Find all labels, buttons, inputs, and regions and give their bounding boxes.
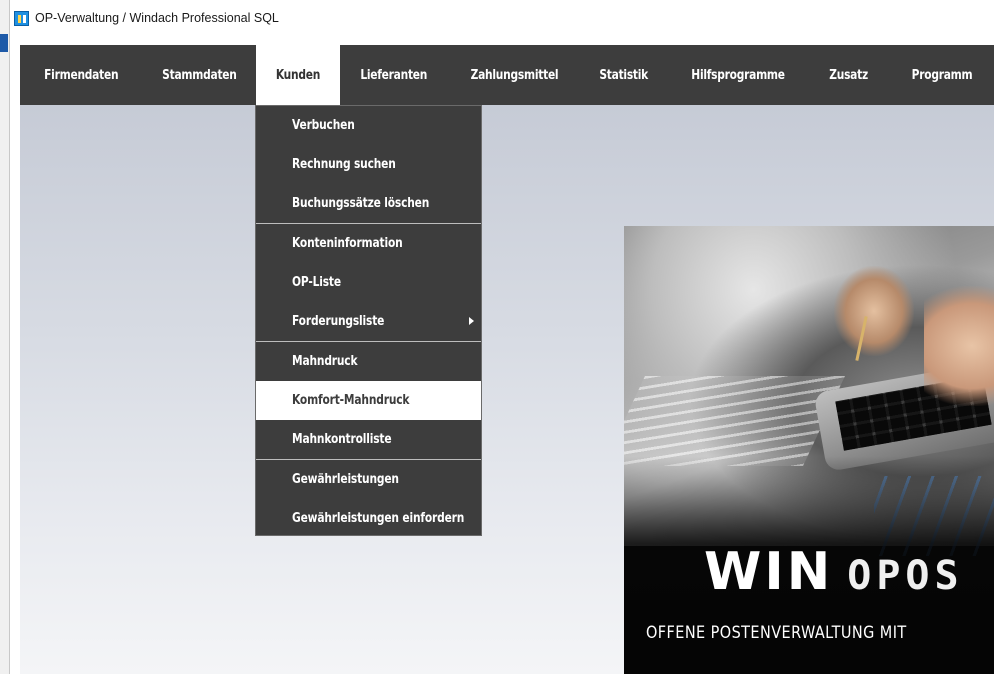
menu-label: Firmendaten (43, 67, 119, 83)
menu-lieferanten[interactable]: Lieferanten (340, 45, 448, 105)
menu-item-komfort-mahndruck[interactable]: Komfort-Mahndruck (256, 381, 481, 420)
kunden-dropdown-menu: Verbuchen Rechnung suchen Buchungssätze … (255, 105, 482, 536)
menu-item-rechnung-suchen[interactable]: Rechnung suchen (256, 145, 481, 184)
menu-label: Stammdaten (161, 67, 237, 83)
menu-zahlungsmittel[interactable]: Zahlungsmittel (448, 45, 580, 105)
menu-item-label: Konteninformation (292, 236, 403, 251)
banner-title-main: WIN (704, 542, 834, 602)
menu-item-forderungsliste[interactable]: Forderungsliste (256, 302, 481, 341)
menu-kunden[interactable]: Kunden (256, 45, 340, 105)
menu-item-gewaehrleistungen[interactable]: Gewährleistungen (256, 460, 481, 499)
title-bar: OP-Verwaltung / Windach Professional SQL (10, 0, 994, 36)
menu-label: Lieferanten (360, 67, 428, 83)
menu-label: Kunden (275, 67, 321, 83)
menu-label: Zahlungsmittel (470, 67, 558, 83)
window-left-edge (0, 0, 10, 674)
menu-hilfsprogramme[interactable]: Hilfsprogramme (668, 45, 808, 105)
product-banner: WINOPOS 2 OFFENE POSTENVERWALTUNG MIT (624, 226, 994, 674)
app-icon (14, 10, 29, 26)
banner-title-rest: OPOS 2 (847, 553, 994, 599)
menu-zusatz[interactable]: Zusatz (808, 45, 890, 105)
menu-item-label: Rechnung suchen (292, 157, 396, 172)
menu-label: Statistik (599, 67, 649, 83)
menu-item-label: OP-Liste (292, 275, 341, 290)
menu-item-label: Gewährleistungen (292, 472, 399, 487)
menu-item-label: Mahndruck (292, 354, 358, 369)
menu-stammdaten[interactable]: Stammdaten (142, 45, 256, 105)
menu-item-label: Mahnkontrolliste (292, 432, 392, 447)
banner-hand-writing (834, 266, 914, 356)
menu-label: Zusatz (829, 67, 869, 83)
menu-item-label: Komfort-Mahndruck (292, 393, 410, 408)
menu-item-label: Gewährleistungen einfordern (292, 511, 465, 526)
menu-item-label: Verbuchen (292, 118, 355, 133)
menu-firmendaten[interactable]: Firmendaten (20, 45, 142, 105)
menu-item-label: Forderungsliste (292, 314, 385, 329)
menu-label: Hilfsprogramme (691, 67, 785, 83)
menu-item-konteninformation[interactable]: Konteninformation (256, 224, 481, 263)
menu-label: Programm (911, 67, 973, 83)
menu-programm[interactable]: Programm (890, 45, 994, 105)
main-menubar: Firmendaten Stammdaten Kunden Lieferante… (20, 45, 994, 105)
banner-paper (624, 376, 845, 466)
menu-item-verbuchen[interactable]: Verbuchen (256, 106, 481, 145)
submenu-arrow-icon (469, 317, 474, 325)
banner-hand-typing (924, 286, 994, 406)
menu-item-buchungssaetze-loeschen[interactable]: Buchungssätze löschen (256, 184, 481, 223)
banner-title: WINOPOS 2 (704, 546, 994, 598)
menu-item-mahnkontrolliste[interactable]: Mahnkontrolliste (256, 420, 481, 459)
window-title: OP-Verwaltung / Windach Professional SQL (35, 11, 279, 25)
menu-item-op-liste[interactable]: OP-Liste (256, 263, 481, 302)
menu-item-gewaehrleistungen-einfordern[interactable]: Gewährleistungen einfordern (256, 499, 481, 538)
menu-statistik[interactable]: Statistik (580, 45, 668, 105)
menu-item-mahndruck[interactable]: Mahndruck (256, 342, 481, 381)
window-left-accent (0, 34, 8, 52)
menu-item-label: Buchungssätze löschen (292, 196, 430, 211)
banner-subtitle: OFFENE POSTENVERWALTUNG MIT (646, 623, 907, 643)
